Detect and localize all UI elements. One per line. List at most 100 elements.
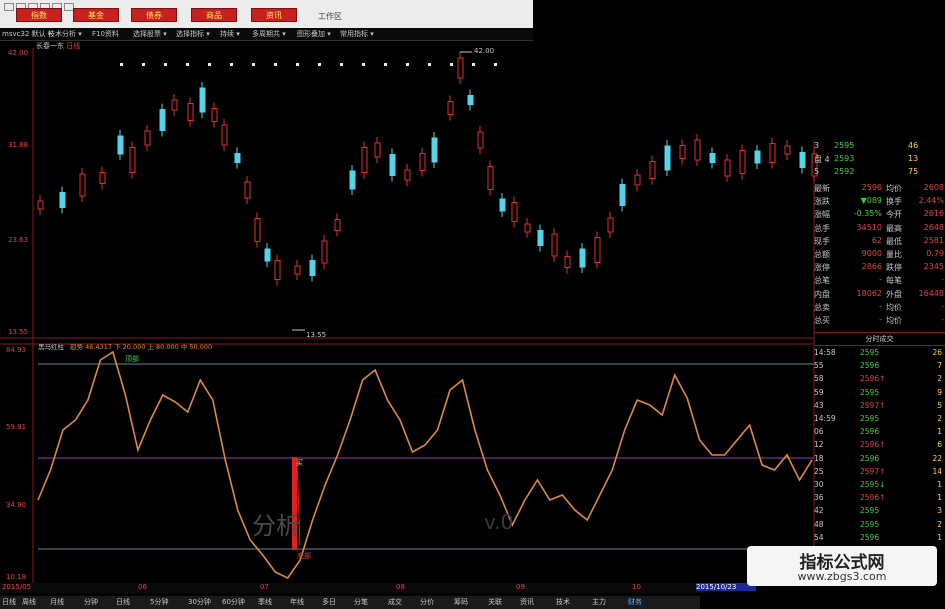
watermark-url: www.zbgs3.com	[797, 570, 887, 583]
tick-price: 2596↑	[860, 440, 886, 450]
tick-volume: 1	[937, 427, 942, 437]
bottom-tab[interactable]: 分价	[420, 596, 434, 609]
tick-row: 36 2596↑ 1	[814, 493, 945, 506]
bottom-tab[interactable]: 60分钟	[222, 596, 245, 609]
tick-time: 14:58	[814, 348, 836, 357]
indicator-yaxis-4: 10.18	[6, 573, 27, 581]
tick-row: 43 2597↑ 5	[814, 401, 945, 414]
quote-stat-row: 内盘 18062 外盘 16448	[814, 289, 945, 302]
bottom-tab[interactable]: 分钟	[84, 596, 98, 609]
stat-value: -	[941, 301, 944, 311]
tick-price: 2596↑	[860, 493, 886, 503]
signal-dot	[318, 63, 321, 66]
bottom-tab[interactable]: 日线	[2, 596, 16, 609]
candle-body	[334, 219, 341, 231]
tick-volume: 26	[932, 348, 942, 357]
candle-body	[537, 230, 544, 246]
bottom-tab[interactable]: 年线	[290, 596, 304, 609]
tick-row: 58 2596↑ 2	[814, 374, 945, 387]
bottom-tab[interactable]: 成交	[388, 596, 402, 609]
tick-time: 25	[814, 466, 824, 476]
bottom-tab[interactable]: 多日	[322, 596, 336, 609]
indicator-trend-line	[37, 350, 813, 580]
indicator-header: 黑马红柱 趋势 46.4317 下 20.000 上 80.000 中 50.0…	[38, 341, 212, 351]
candle-body	[404, 169, 411, 181]
candle-body	[159, 109, 166, 131]
bottom-tab[interactable]: 月线	[50, 596, 64, 609]
candle-body	[171, 99, 178, 111]
date-label-6: 10	[632, 583, 641, 591]
bottom-tab[interactable]: 周线	[22, 596, 36, 609]
tick-price: 2595	[860, 506, 880, 516]
quote-stat-row: 总卖 - 均价 -	[814, 302, 945, 315]
candle-body	[361, 147, 368, 173]
quote-stat-row: 总买 - 均价 -	[814, 315, 945, 328]
stat-key: 总卖	[814, 302, 830, 312]
stat-value: 62	[871, 235, 882, 245]
tick-price: 2595	[860, 519, 880, 529]
tick-row: 06 2596 1	[814, 427, 945, 440]
tick-volume: 7	[937, 361, 942, 371]
yaxis-label-1: 42.00	[8, 49, 29, 57]
candle-body	[431, 137, 438, 163]
tick-time: 58	[814, 374, 824, 384]
stat-key: 最低	[886, 236, 902, 246]
candle-body	[594, 237, 601, 263]
stat-key: 均价	[886, 302, 902, 312]
stat-key: 最高	[886, 223, 902, 233]
bottom-tab[interactable]: 季线	[258, 596, 272, 609]
candle-body	[349, 170, 356, 190]
chart-area	[0, 48, 818, 583]
stat-value: 2648	[923, 222, 944, 232]
candle-body	[264, 248, 271, 262]
stat-key: 总买	[814, 316, 830, 325]
tick-price: 2595	[860, 387, 880, 397]
tick-time: 59	[814, 387, 824, 397]
bottom-tab[interactable]: 筹码	[454, 596, 468, 609]
date-label-5: 09	[516, 583, 525, 591]
signal-dot	[296, 63, 299, 66]
stat-value: 34510	[856, 222, 882, 232]
bottom-tab[interactable]: 30分钟	[188, 596, 211, 609]
candle-body	[649, 161, 656, 179]
candle-body	[477, 131, 484, 149]
tick-volume: 1	[937, 493, 942, 503]
bottom-tab[interactable]: 关联	[488, 596, 502, 609]
candle-body	[499, 198, 506, 212]
quote-stat-row: 总手 34510 最高 2648	[814, 223, 945, 236]
date-axis: 2015/05 06 07 08 09 10 2015/10/23	[0, 583, 756, 593]
signal-dot	[142, 63, 145, 66]
stat-value: 2866	[861, 262, 882, 272]
tick-price: 2595	[860, 348, 880, 357]
candle-body	[211, 108, 218, 122]
tick-time: 54	[814, 532, 824, 542]
candle-body	[769, 143, 776, 163]
candle-body	[321, 240, 328, 264]
candle-body	[754, 150, 761, 164]
stat-key: 每笔	[886, 276, 902, 286]
candle-body	[607, 217, 614, 233]
tick-row: 54 2596 1	[814, 533, 945, 546]
stat-value: 2581	[923, 235, 944, 245]
order-book-row: 盘 4 2593 13	[814, 154, 919, 164]
stat-key: 涨幅	[814, 210, 830, 220]
bottom-tab[interactable]: 5分钟	[150, 596, 168, 609]
bottom-tab[interactable]: 分笔	[354, 596, 368, 609]
tick-row: 42 2595 3	[814, 506, 945, 519]
candle-body	[511, 202, 518, 222]
stat-key: 总额	[814, 250, 830, 259]
bottom-tab[interactable]: 日线	[116, 596, 130, 609]
bottom-tab[interactable]: 技术	[556, 596, 570, 609]
stat-value: -	[879, 315, 882, 324]
bottom-tab[interactable]: 资讯	[520, 596, 534, 609]
stat-value: 2616	[923, 209, 944, 219]
signal-dot	[274, 63, 277, 66]
stat-key: 换手	[886, 197, 902, 207]
stat-key: 量比	[886, 250, 902, 259]
tick-volume: 2	[937, 374, 942, 384]
tick-price: 2595	[860, 414, 880, 423]
tick-header[interactable]: 分时成交	[814, 332, 945, 346]
candle-body	[487, 166, 494, 190]
bottom-tab[interactable]: 财务	[628, 596, 642, 609]
bottom-tab[interactable]: 主力	[592, 596, 606, 609]
